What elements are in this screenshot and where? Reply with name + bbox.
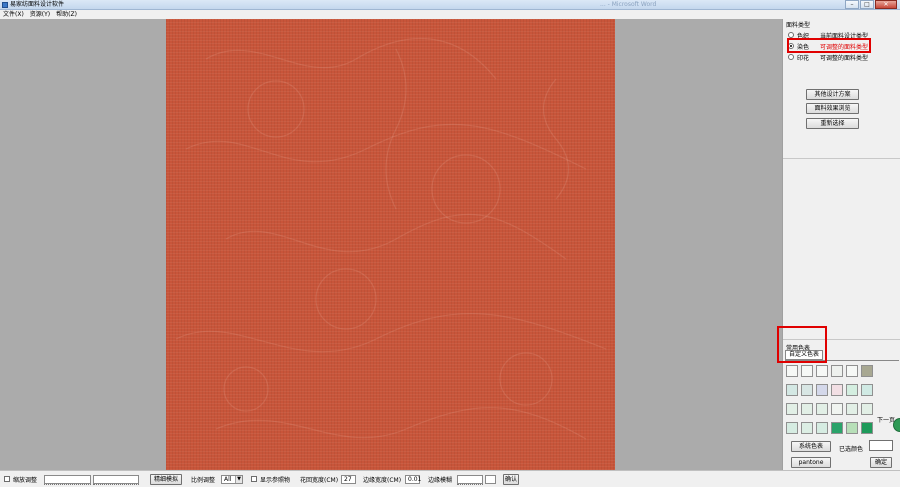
border-blur-value[interactable] (485, 475, 496, 484)
color-swatch[interactable] (831, 365, 843, 377)
border-blur-label: 边缘模糊 (428, 476, 453, 484)
border-blur-slider[interactable] (457, 484, 483, 486)
zoom-field-1[interactable] (44, 475, 91, 484)
confirm-color-button[interactable]: 确定 (870, 457, 892, 468)
color-swatch[interactable] (816, 384, 828, 396)
scale-select[interactable]: All ▼ (221, 475, 243, 484)
scale-label: 比例调整 (191, 476, 216, 484)
color-swatch[interactable] (861, 365, 873, 377)
color-table-panel: 常用色表 自定义色表 下一页 系统色表 已选颜色 pantone 确定 (777, 326, 900, 470)
window-title: 易家纺面料设计软件 (10, 1, 65, 8)
color-swatch[interactable] (816, 422, 828, 434)
color-swatch[interactable] (786, 384, 798, 396)
scale-select-value: All (224, 476, 232, 483)
zoom-field-2[interactable] (93, 475, 139, 484)
selected-color-box (869, 440, 893, 451)
color-swatch[interactable] (861, 384, 873, 396)
fabric-type-panel: 面料类型 色织 当前面料设计类型 染色 可调整的面料类型 印花 可调整的面料类型… (783, 19, 900, 159)
title-bar: 易家纺面料设计软件 ... - Microsoft Word – □ ✕ (0, 0, 900, 10)
reselect-button[interactable]: 重新选择 (806, 118, 859, 129)
canvas-area (0, 19, 782, 470)
show-reference-item[interactable]: 显示参照物 (251, 474, 290, 484)
show-reference-checkbox[interactable] (251, 476, 257, 482)
selected-color-label: 已选颜色 (839, 446, 864, 453)
assistant-bubble-icon[interactable] (893, 418, 900, 432)
color-swatch[interactable] (831, 422, 843, 434)
menu-bar: 文件(X) 资源(Y) 帮助(Z) (0, 10, 900, 19)
color-swatch[interactable] (786, 422, 798, 434)
color-swatch[interactable] (801, 384, 813, 396)
color-swatch[interactable] (801, 365, 813, 377)
fine-simulation-button[interactable]: 精细模拟 (150, 474, 182, 485)
color-swatch[interactable] (846, 384, 858, 396)
maximize-button[interactable]: □ (860, 0, 874, 9)
highlight-box-dyed (787, 38, 871, 53)
minimize-button[interactable]: – (845, 0, 859, 9)
pattern-width-label: 花回宽度(CM) (300, 476, 339, 484)
fabric-type-title: 面料类型 (786, 22, 811, 29)
menu-file[interactable]: 文件(X) (3, 10, 24, 19)
color-swatch[interactable] (861, 422, 873, 434)
other-design-button[interactable]: 其他设计方案 (806, 89, 859, 100)
color-swatch[interactable] (846, 422, 858, 434)
show-reference-label: 显示参照物 (260, 476, 291, 484)
bottom-toolbar: 缩放调整 精细模拟 比例调整 All ▼ 显示参照物 花回宽度(CM) 27 边… (0, 470, 900, 487)
swatch-grid (786, 365, 876, 434)
fabric-pattern (175, 37, 607, 440)
pattern-width-input[interactable]: 27 (341, 475, 356, 484)
radio-description: 可调整的面料类型 (820, 54, 869, 62)
zoom-label: 缩放调整 (13, 476, 38, 484)
background-window-title: ... - Microsoft Word (600, 1, 657, 8)
color-swatch[interactable] (816, 365, 828, 377)
fabric-preview[interactable] (166, 19, 615, 470)
color-swatch[interactable] (816, 403, 828, 415)
menu-resources[interactable]: 资源(Y) (30, 10, 50, 19)
app-icon (2, 2, 8, 8)
color-swatch[interactable] (846, 403, 858, 415)
close-button[interactable]: ✕ (875, 0, 897, 9)
radio-printed[interactable]: 印花 可调整的面料类型 (788, 53, 869, 62)
color-swatch[interactable] (801, 422, 813, 434)
zoom-slider-1[interactable] (44, 484, 91, 486)
system-colors-button[interactable]: 系统色表 (791, 441, 831, 452)
color-swatch[interactable] (861, 403, 873, 415)
menu-help[interactable]: 帮助(Z) (56, 10, 77, 19)
fabric-preview-button[interactable]: 面料效果浏览 (806, 103, 859, 114)
zoom-slider-2[interactable] (93, 484, 139, 486)
zoom-checkbox-item[interactable]: 缩放调整 (4, 474, 37, 484)
color-swatch[interactable] (831, 403, 843, 415)
right-panel: 面料类型 色织 当前面料设计类型 染色 可调整的面料类型 印花 可调整的面料类型… (777, 19, 900, 470)
color-swatch[interactable] (786, 365, 798, 377)
highlight-box-colors (777, 326, 827, 363)
border-blur-field[interactable] (457, 475, 483, 484)
color-swatch[interactable] (846, 365, 858, 377)
color-swatch[interactable] (786, 403, 798, 415)
border-width-input[interactable]: 0.01 (405, 475, 421, 484)
zoom-checkbox[interactable] (4, 476, 10, 482)
radio-button[interactable] (788, 54, 794, 60)
border-width-label: 边缘宽度(CM) (363, 476, 402, 484)
chevron-down-icon[interactable]: ▼ (235, 476, 242, 483)
color-swatch[interactable] (831, 384, 843, 396)
confirm-button[interactable]: 确认 (503, 474, 519, 485)
color-swatch[interactable] (801, 403, 813, 415)
radio-label: 印花 (797, 54, 810, 62)
pantone-button[interactable]: pantone (791, 457, 831, 468)
